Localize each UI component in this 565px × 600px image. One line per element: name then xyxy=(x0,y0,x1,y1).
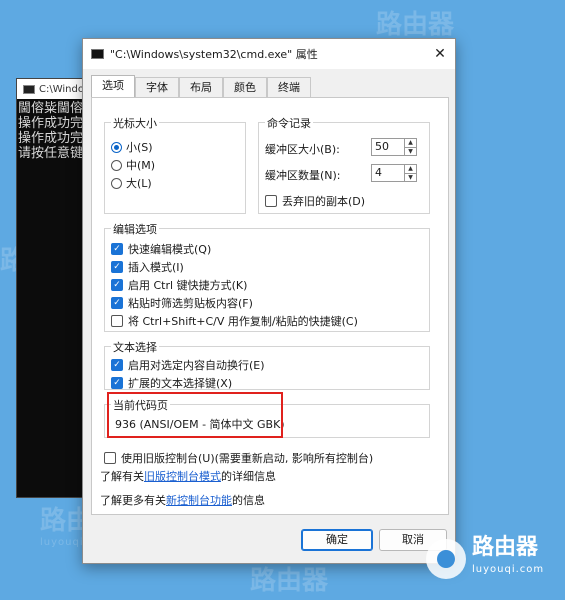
tab-bar: 选项 字体 布局 颜色 终端 xyxy=(91,75,311,97)
group-title: 光标大小 xyxy=(111,115,159,131)
checkbox[interactable]: ✓ xyxy=(111,243,123,255)
router-logo-icon xyxy=(426,539,466,579)
tab-options[interactable]: 选项 xyxy=(91,75,135,97)
stepper-arrows[interactable]: ▲ ▼ xyxy=(405,138,417,156)
radio-button[interactable] xyxy=(111,177,122,189)
logo-text: 路由器 luyouqi.com xyxy=(472,535,545,576)
checkbox-label: 丢弃旧的副本(D) xyxy=(282,195,366,208)
options-panel: 光标大小 小(S) 中(M) 大(L) 命令记录 缓冲区大小(B): 50 ▲ xyxy=(91,97,449,515)
edit-options-group: 编辑选项 ✓ 快速编辑模式(Q) ✓ 插入模式(I) ✓ 启用 Ctrl 键快捷… xyxy=(104,221,430,332)
group-title: 命令记录 xyxy=(265,115,313,131)
quick-edit-mode[interactable]: ✓ 快速编辑模式(Q) xyxy=(111,241,211,257)
radio-medium[interactable]: 中(M) xyxy=(111,157,155,173)
console-line: 请按任意键 xyxy=(18,146,84,161)
extended-selection-keys[interactable]: ✓ 扩展的文本选择键(X) xyxy=(111,375,232,391)
radio-button[interactable] xyxy=(111,141,122,153)
buffer-size-input[interactable]: 50 xyxy=(371,138,405,156)
checkbox[interactable]: ✓ xyxy=(111,297,123,309)
arrow-up-icon[interactable]: ▲ xyxy=(405,139,416,148)
checkbox[interactable] xyxy=(104,452,116,464)
cmd-icon xyxy=(91,49,104,59)
checkbox[interactable]: ✓ xyxy=(111,279,123,291)
dialog-titlebar[interactable]: "C:\Windows\system32\cmd.exe" 属性 ✕ xyxy=(83,39,455,69)
command-history-group: 命令记录 缓冲区大小(B): 50 ▲ ▼ 缓冲区数量(N): 4 ▲ ▼ 丢弃… xyxy=(258,115,430,214)
tab-colors[interactable]: 颜色 xyxy=(223,77,267,97)
console-window[interactable]: C:\Windo 閫傛粊閫傛 操作成功完 操作成功完 请按任意键 xyxy=(16,78,92,498)
buffer-count-input[interactable]: 4 xyxy=(371,164,405,182)
red-highlight-box xyxy=(107,392,283,438)
cursor-size-group: 光标大小 小(S) 中(M) 大(L) xyxy=(104,115,246,214)
checkbox-label: 快速编辑模式(Q) xyxy=(128,243,212,256)
stepper-arrows[interactable]: ▲ ▼ xyxy=(405,164,417,182)
filter-clipboard-on-paste[interactable]: ✓ 粘贴时筛选剪贴板内容(F) xyxy=(111,295,253,311)
arrow-up-icon[interactable]: ▲ xyxy=(405,165,416,174)
checkbox[interactable] xyxy=(265,195,277,207)
group-title: 编辑选项 xyxy=(111,221,159,237)
checkbox[interactable] xyxy=(111,315,123,327)
new-console-link[interactable]: 新控制台功能 xyxy=(166,492,232,508)
console-titlebar[interactable]: C:\Windo xyxy=(17,79,91,99)
info-prefix: 了解更多有关 xyxy=(100,494,166,507)
radio-label: 中(M) xyxy=(126,159,156,172)
cmd-icon xyxy=(23,84,35,94)
new-info-text: 了解更多有关 新控制台功能 的信息 xyxy=(100,492,265,508)
legacy-info-text: 了解有关 旧版控制台模式 的详细信息 xyxy=(100,468,276,484)
arrow-down-icon[interactable]: ▼ xyxy=(405,174,416,182)
tab-terminal[interactable]: 终端 xyxy=(267,77,311,97)
checkbox-label: 使用旧版控制台(U)(需要重新启动, 影响所有控制台) xyxy=(121,452,374,465)
checkbox-label: 将 Ctrl+Shift+C/V 用作复制/粘贴的快捷键(C) xyxy=(128,315,358,328)
text-selection-group: 文本选择 ✓ 启用对选定内容自动换行(E) ✓ 扩展的文本选择键(X) xyxy=(104,339,430,391)
properties-dialog: "C:\Windows\system32\cmd.exe" 属性 ✕ 选项 字体… xyxy=(82,38,456,564)
checkbox-label: 扩展的文本选择键(X) xyxy=(128,377,233,390)
checkbox-label: 粘贴时筛选剪贴板内容(F) xyxy=(128,297,253,310)
dialog-title: "C:\Windows\system32\cmd.exe" 属性 xyxy=(110,48,318,61)
discard-old-duplicates[interactable]: 丢弃旧的副本(D) xyxy=(265,193,365,209)
legacy-console-option[interactable]: 使用旧版控制台(U)(需要重新启动, 影响所有控制台) xyxy=(104,450,373,466)
console-line: 操作成功完 xyxy=(18,131,84,146)
console-line: 操作成功完 xyxy=(18,116,84,131)
checkbox[interactable]: ✓ xyxy=(111,377,123,389)
radio-button[interactable] xyxy=(111,159,122,171)
buffer-count-stepper[interactable]: 4 ▲ ▼ xyxy=(371,164,417,182)
tab-layout[interactable]: 布局 xyxy=(179,77,223,97)
buffer-count-label: 缓冲区数量(N): xyxy=(265,169,341,182)
radio-label: 小(S) xyxy=(126,141,153,154)
line-wrap-selection[interactable]: ✓ 启用对选定内容自动换行(E) xyxy=(111,357,265,373)
console-line: 閫傛粊閫傛 xyxy=(18,101,84,116)
arrow-down-icon[interactable]: ▼ xyxy=(405,148,416,156)
ctrl-shift-copy-paste[interactable]: 将 Ctrl+Shift+C/V 用作复制/粘贴的快捷键(C) xyxy=(111,313,358,329)
checkbox-label: 启用对选定内容自动换行(E) xyxy=(128,359,265,372)
checkbox-label: 启用 Ctrl 键快捷方式(K) xyxy=(128,279,248,292)
checkbox-label: 插入模式(I) xyxy=(128,261,184,274)
info-prefix: 了解有关 xyxy=(100,470,144,483)
radio-label: 大(L) xyxy=(126,177,152,190)
tab-font[interactable]: 字体 xyxy=(135,77,179,97)
console-title: C:\Windo xyxy=(39,83,84,95)
ctrl-key-shortcuts[interactable]: ✓ 启用 Ctrl 键快捷方式(K) xyxy=(111,277,247,293)
close-icon[interactable]: ✕ xyxy=(431,45,449,63)
info-suffix: 的信息 xyxy=(232,494,265,507)
buffer-size-stepper[interactable]: 50 ▲ ▼ xyxy=(371,138,417,156)
group-title: 文本选择 xyxy=(111,339,159,355)
console-output: 閫傛粊閫傛 操作成功完 操作成功完 请按任意键 xyxy=(17,99,91,161)
watermark: 路由器 xyxy=(250,566,329,596)
radio-large[interactable]: 大(L) xyxy=(111,175,152,191)
info-suffix: 的详细信息 xyxy=(221,470,276,483)
insert-mode[interactable]: ✓ 插入模式(I) xyxy=(111,259,184,275)
checkbox[interactable]: ✓ xyxy=(111,359,123,371)
buffer-size-label: 缓冲区大小(B): xyxy=(265,143,340,156)
radio-small[interactable]: 小(S) xyxy=(111,139,153,155)
ok-button[interactable]: 确定 xyxy=(301,529,373,551)
checkbox[interactable]: ✓ xyxy=(111,261,123,273)
legacy-console-link[interactable]: 旧版控制台模式 xyxy=(144,468,221,484)
watermark-logo: 路由器 luyouqi.com xyxy=(426,534,548,584)
